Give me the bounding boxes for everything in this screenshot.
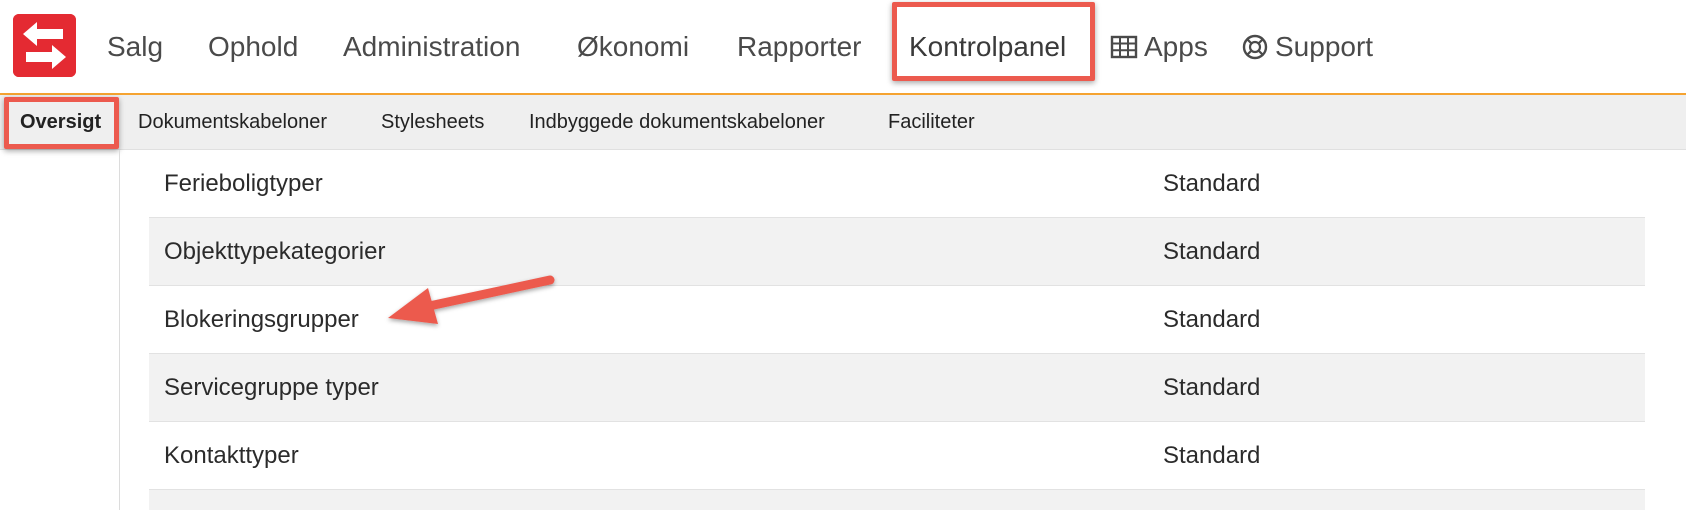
sidebar-divider bbox=[119, 150, 120, 510]
sub-navigation: Oversigt Dokumentskabeloner Stylesheets … bbox=[0, 95, 1686, 150]
table-row[interactable]: Ferieboligtyper Standard bbox=[149, 150, 1645, 218]
row-name: Blokeringsgrupper bbox=[164, 305, 359, 333]
settings-table: Ferieboligtyper Standard Objekttypekateg… bbox=[149, 150, 1645, 510]
tab-stylesheets[interactable]: Stylesheets bbox=[381, 95, 484, 150]
nav-item-apps[interactable]: Apps bbox=[1110, 0, 1208, 93]
table-row[interactable]: Kontakttyper Standard bbox=[149, 422, 1645, 490]
table-row[interactable]: Servicegruppe typer Standard bbox=[149, 354, 1645, 422]
tab-dokumentskabeloner[interactable]: Dokumentskabeloner bbox=[138, 95, 327, 150]
tab-indbyggede-dokumentskabeloner[interactable]: Indbyggede dokumentskabeloner bbox=[529, 95, 825, 150]
nav-apps-label: Apps bbox=[1144, 30, 1208, 62]
nav-item-okonomi[interactable]: Økonomi bbox=[577, 0, 689, 93]
nav-item-kontrolpanel[interactable]: Kontrolpanel bbox=[909, 0, 1066, 93]
nav-item-ophold[interactable]: Ophold bbox=[208, 0, 298, 93]
row-value: Standard bbox=[1163, 169, 1261, 197]
row-value: Standard bbox=[1163, 237, 1261, 265]
nav-item-support[interactable]: Support bbox=[1241, 0, 1373, 93]
top-navigation-bar: Salg Ophold Administration Økonomi Rappo… bbox=[0, 0, 1686, 95]
table-row[interactable]: Objekttypekategorier Standard bbox=[149, 218, 1645, 286]
row-value: Standard bbox=[1163, 441, 1261, 469]
tab-faciliteter[interactable]: Faciliteter bbox=[888, 95, 975, 150]
tab-oversigt[interactable]: Oversigt bbox=[20, 95, 101, 150]
nav-support-label: Support bbox=[1275, 30, 1374, 62]
row-name: Servicegruppe typer bbox=[164, 373, 379, 401]
table-row[interactable]: Blokeringsgrupper Standard bbox=[149, 286, 1645, 354]
main-navigation: Salg Ophold Administration Økonomi Rappo… bbox=[0, 0, 1686, 95]
row-name: Ferieboligtyper bbox=[164, 169, 323, 197]
row-value: Standard bbox=[1163, 373, 1261, 401]
lifebuoy-icon bbox=[1241, 33, 1269, 61]
table-row[interactable] bbox=[149, 490, 1645, 510]
nav-item-rapporter[interactable]: Rapporter bbox=[737, 0, 862, 93]
grid-icon bbox=[1110, 33, 1138, 61]
row-name: Kontakttyper bbox=[164, 441, 299, 469]
nav-item-salg[interactable]: Salg bbox=[107, 0, 163, 93]
nav-item-administration[interactable]: Administration bbox=[343, 0, 520, 93]
row-name: Objekttypekategorier bbox=[164, 237, 386, 265]
row-value: Standard bbox=[1163, 305, 1261, 333]
